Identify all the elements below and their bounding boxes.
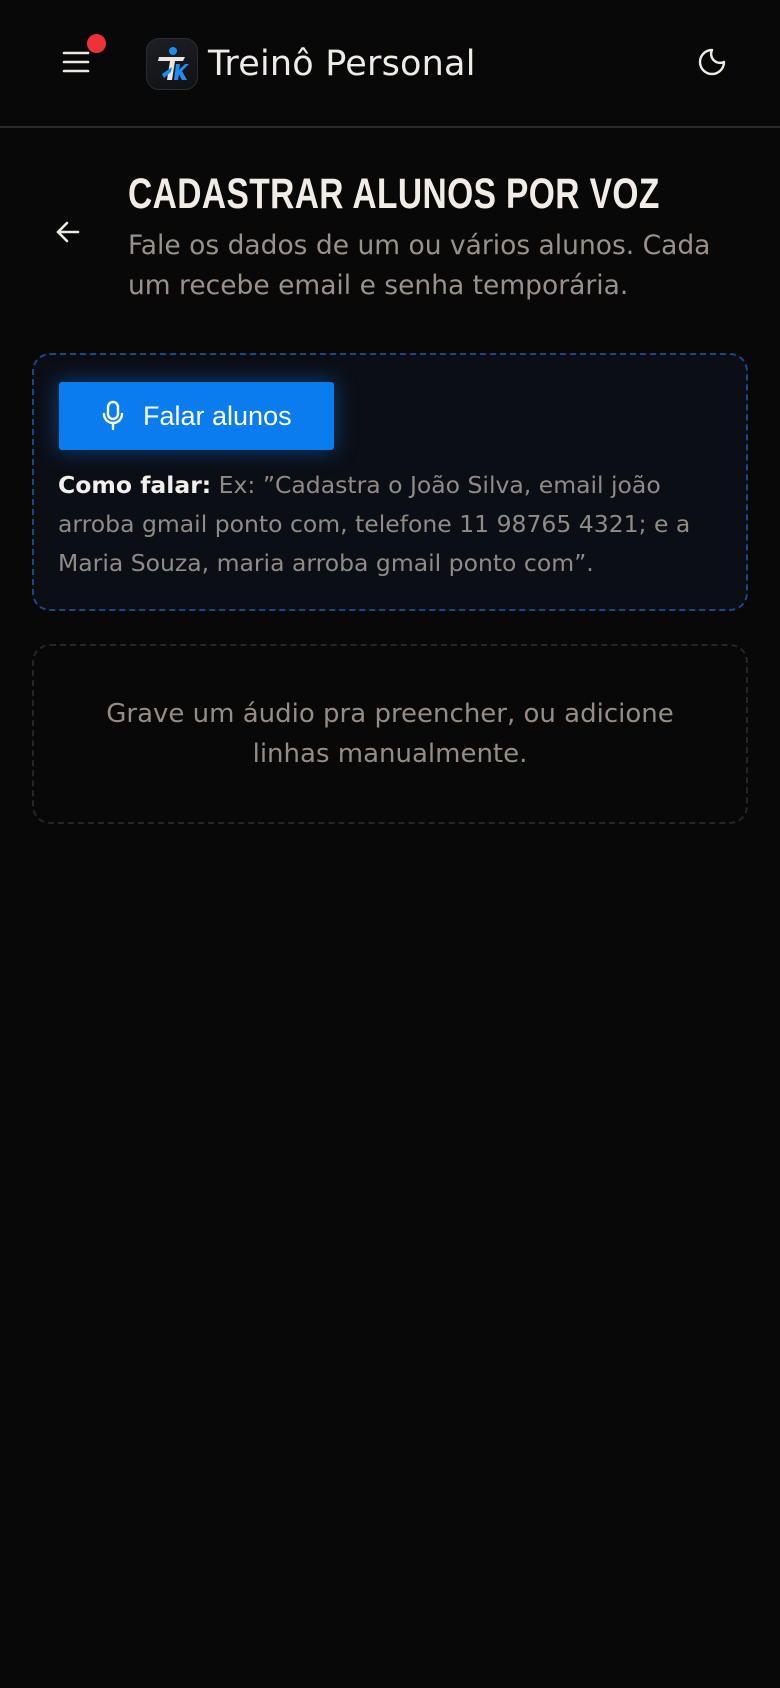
app-logo [146,38,198,90]
page-subtitle: Fale os dados de um ou vários alunos. Ca… [128,230,711,301]
empty-state-card: Grave um áudio pra preencher, ou adicion… [32,644,748,824]
speak-students-label: Falar alunos [143,400,292,431]
voice-input-card: Falar alunos Como falar: Ex: ”Cadastra o… [32,353,748,611]
speak-students-button[interactable]: Falar alunos [59,382,334,450]
page-title: CADASTRAR ALUNOS POR VOZ [128,170,660,218]
speaking-hint: Como falar: Ex: ”Cadastra o João Silva, … [58,466,728,583]
mic-icon [99,400,127,432]
empty-state-text: Grave um áudio pra preencher, ou adicion… [106,699,674,769]
hint-label: Como falar: [58,471,212,499]
app-title: Treinô Personal [208,44,476,84]
menu-icon [62,50,90,78]
back-button[interactable] [44,210,92,258]
notification-dot [87,34,106,53]
arrow-left-icon [55,220,81,248]
app-header: Treinô Personal [0,0,780,128]
moon-icon [697,47,727,81]
theme-toggle-button[interactable] [688,40,736,88]
